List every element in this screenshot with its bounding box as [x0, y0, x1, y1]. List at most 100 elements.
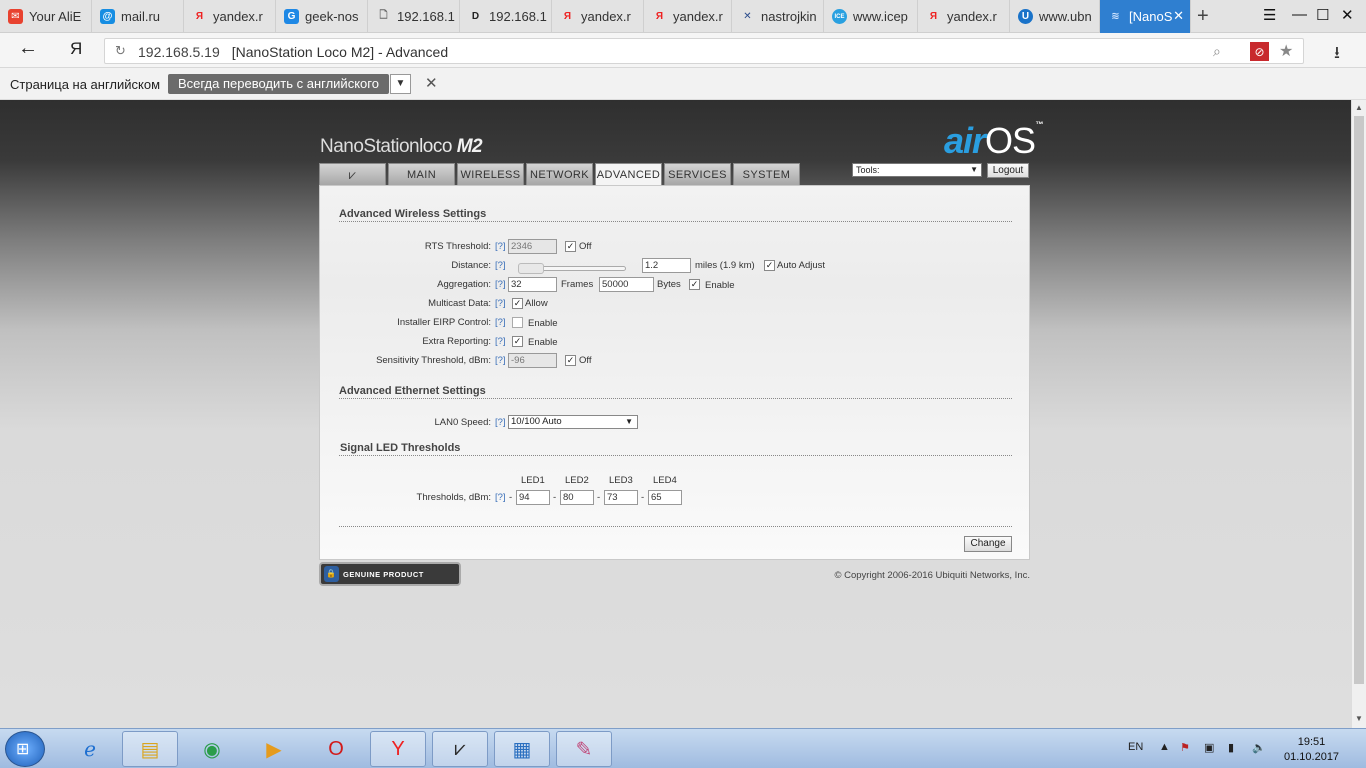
maximize-button[interactable]: ☐ [1316, 6, 1329, 24]
language-indicator[interactable]: EN [1128, 741, 1143, 753]
adblock-icon[interactable]: ⊘ [1250, 42, 1269, 61]
close-tab-icon[interactable]: ✕ [1173, 8, 1184, 24]
network-icon[interactable]: ▮ [1228, 741, 1234, 754]
tab-wireless[interactable]: WIRELESS [457, 163, 524, 185]
rts-off-checkbox[interactable]: ✓ [565, 241, 576, 252]
yandex-icon: Я [195, 11, 204, 22]
url-text[interactable]: 192.168.5.19 [NanoStation Loco M2] - Adva… [138, 44, 448, 60]
action-center-icon[interactable]: ⚑ [1180, 741, 1190, 754]
help-link[interactable]: [?] [495, 279, 506, 290]
auto-adjust-checkbox[interactable]: ✓ [764, 260, 775, 271]
aggregation-enable-checkbox[interactable]: ✓ [689, 279, 700, 290]
start-button[interactable]: ⊞ [5, 731, 45, 767]
download-icon[interactable]: ⭳ [1334, 40, 1340, 69]
volume-icon[interactable]: 🔈 [1252, 741, 1266, 754]
tab-nanostation-active[interactable]: ≋ [NanoS ✕ [1100, 0, 1191, 33]
tools-select[interactable]: Tools: ▼ [852, 163, 982, 177]
tab-yandex-4[interactable]: Яyandex.r [918, 0, 1010, 33]
opera-icon[interactable]: O [308, 731, 364, 767]
tab-advanced[interactable]: ADVANCED [595, 163, 662, 185]
help-link[interactable]: [?] [495, 336, 506, 347]
led1-input[interactable]: 94 [516, 490, 550, 505]
lan0-speed-select[interactable]: 10/100 Auto ▼ [508, 415, 638, 429]
tab-yandex-1[interactable]: Яyandex.r [184, 0, 276, 33]
tab-nastrojkin[interactable]: ✕ nastrojkin [732, 0, 824, 33]
back-button[interactable]: ← [18, 37, 38, 60]
tab-ubnt[interactable]: Uwww.ubn [1010, 0, 1100, 33]
close-window-button[interactable]: ✕ [1341, 6, 1354, 24]
distance-slider[interactable] [518, 263, 626, 274]
ubnt-icon: U [1018, 9, 1033, 24]
help-link[interactable]: [?] [495, 260, 506, 271]
address-bar[interactable]: ↻ 192.168.5.19 [NanoStation Loco M2] - Ad… [104, 38, 1304, 64]
led3-input[interactable]: 73 [604, 490, 638, 505]
logout-button[interactable]: Logout [987, 163, 1029, 178]
yandex-logo-icon[interactable]: Я [70, 39, 82, 59]
help-link[interactable]: [?] [495, 417, 506, 428]
sensitivity-off-checkbox[interactable]: ✓ [565, 355, 576, 366]
tab-aliexpress[interactable]: ✉ Your AliE [0, 0, 92, 33]
chrome-icon[interactable]: ◉ [184, 731, 240, 767]
distance-slider-handle[interactable] [518, 263, 544, 274]
led4-input[interactable]: 65 [648, 490, 682, 505]
translate-options-dropdown[interactable]: ▼ [390, 74, 411, 94]
close-translate-icon[interactable]: ✕ [425, 74, 438, 92]
scrollbar-thumb[interactable] [1354, 116, 1364, 684]
tab-mailru[interactable]: @ mail.ru [92, 0, 184, 33]
distance-input[interactable]: 1.2 [642, 258, 691, 273]
tab-system[interactable]: SYSTEM [733, 163, 800, 185]
menu-icon[interactable]: ☰ [1263, 6, 1276, 24]
yandex-browser-icon[interactable]: Y [370, 731, 426, 767]
paint-icon[interactable]: ✎ [556, 731, 612, 767]
tab-ubiquiti-logo[interactable]: ⩗ [319, 163, 386, 185]
bookmark-star-icon[interactable]: ★ [1279, 41, 1293, 61]
help-link[interactable]: [?] [495, 492, 506, 503]
show-hidden-icons[interactable]: ▲ [1159, 741, 1170, 753]
minimize-button[interactable]: — [1292, 6, 1307, 23]
help-link[interactable]: [?] [495, 241, 506, 252]
multicast-allow-checkbox[interactable]: ✓ [512, 298, 523, 309]
tab-192-1[interactable]: 🗋 192.168.1 [368, 0, 460, 33]
tab-main[interactable]: MAIN [388, 163, 455, 185]
product-name-part: NanoStation [320, 136, 420, 157]
eirp-enable-checkbox[interactable] [512, 317, 523, 328]
page-icon: 🗋 [379, 10, 388, 21]
tab-services[interactable]: SERVICES [664, 163, 731, 185]
ubiquiti-app-icon[interactable]: ⩗ [432, 731, 488, 767]
led2-input[interactable]: 80 [560, 490, 594, 505]
mailru-icon: @ [100, 9, 115, 24]
file-explorer-icon[interactable]: ▤ [122, 731, 178, 767]
tab-yandex-2[interactable]: Яyandex.r [552, 0, 644, 33]
internet-explorer-icon[interactable]: ℯ [62, 731, 118, 767]
clock-time: 19:51 [1297, 736, 1326, 748]
reload-icon[interactable]: ↻ [115, 43, 126, 59]
media-player-icon[interactable]: ▶ [246, 731, 302, 767]
new-tab-button[interactable]: + [1197, 5, 1209, 28]
system-clock[interactable]: 19:51 01.10.2017 [1284, 735, 1339, 765]
extra-reporting-checkbox[interactable]: ✓ [512, 336, 523, 347]
lan0-speed-value: 10/100 Auto [511, 416, 562, 427]
scroll-down-icon[interactable]: ▼ [1355, 714, 1363, 723]
rts-threshold-input[interactable]: 2346 [508, 239, 557, 254]
vertical-scrollbar[interactable]: ▲ ▼ [1351, 100, 1366, 728]
always-translate-button[interactable]: Всегда переводить с английского [168, 74, 389, 94]
tab-geek[interactable]: Ggeek-nos [276, 0, 368, 33]
tab-label: www.icep [853, 9, 908, 24]
tray-app-icon[interactable]: ▣ [1204, 741, 1214, 754]
tab-network[interactable]: NETWORK [526, 163, 593, 185]
search-icon[interactable]: ⌕ [1213, 43, 1221, 60]
aggregation-bytes-input[interactable]: 50000 [599, 277, 654, 292]
help-link[interactable]: [?] [495, 298, 506, 309]
multicast-allow-label: Allow [525, 298, 548, 309]
scroll-up-icon[interactable]: ▲ [1355, 103, 1363, 112]
help-link[interactable]: [?] [495, 317, 506, 328]
sensitivity-input[interactable]: -96 [508, 353, 557, 368]
change-button[interactable]: Change [964, 536, 1012, 552]
aggregation-frames-input[interactable]: 32 [508, 277, 557, 292]
control-panel-icon[interactable]: ▦ [494, 731, 550, 767]
tab-icep[interactable]: ICE www.icep [824, 0, 918, 33]
tab-yandex-3[interactable]: Яyandex.r [644, 0, 732, 33]
tab-192-2[interactable]: D 192.168.1 [460, 0, 552, 33]
tab-label: geek-nos [305, 9, 359, 24]
help-link[interactable]: [?] [495, 355, 506, 366]
